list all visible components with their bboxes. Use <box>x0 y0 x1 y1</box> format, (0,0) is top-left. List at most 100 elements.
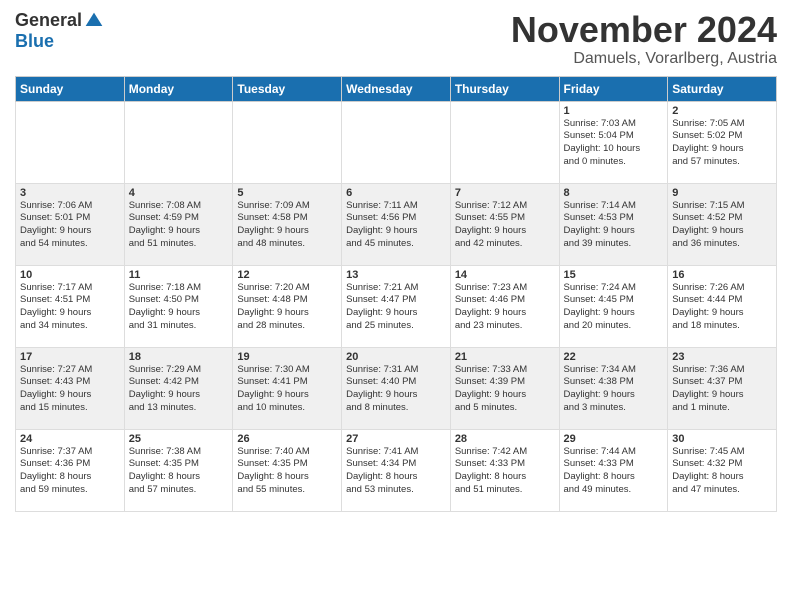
day-number: 4 <box>129 187 229 199</box>
day-number: 7 <box>455 187 555 199</box>
table-row <box>124 101 233 183</box>
day-info: Sunrise: 7:06 AMSunset: 5:01 PMDaylight:… <box>20 200 120 251</box>
page: General Blue November 2024 Damuels, Vora… <box>0 0 792 612</box>
day-info: Sunrise: 7:26 AMSunset: 4:44 PMDaylight:… <box>672 282 772 333</box>
day-info: Sunrise: 7:31 AMSunset: 4:40 PMDaylight:… <box>346 364 446 415</box>
table-row: 5Sunrise: 7:09 AMSunset: 4:58 PMDaylight… <box>233 183 342 265</box>
logo-blue-text: Blue <box>15 31 54 52</box>
day-info: Sunrise: 7:38 AMSunset: 4:35 PMDaylight:… <box>129 446 229 497</box>
day-number: 24 <box>20 433 120 445</box>
day-number: 21 <box>455 351 555 363</box>
table-row <box>342 101 451 183</box>
title-section: November 2024 Damuels, Vorarlberg, Austr… <box>511 10 777 68</box>
day-info: Sunrise: 7:15 AMSunset: 4:52 PMDaylight:… <box>672 200 772 251</box>
day-info: Sunrise: 7:24 AMSunset: 4:45 PMDaylight:… <box>564 282 664 333</box>
table-row: 21Sunrise: 7:33 AMSunset: 4:39 PMDayligh… <box>450 347 559 429</box>
day-info: Sunrise: 7:30 AMSunset: 4:41 PMDaylight:… <box>237 364 337 415</box>
location-subtitle: Damuels, Vorarlberg, Austria <box>511 50 777 68</box>
header-monday: Monday <box>124 76 233 101</box>
day-number: 8 <box>564 187 664 199</box>
day-info: Sunrise: 7:05 AMSunset: 5:02 PMDaylight:… <box>672 118 772 169</box>
table-row: 16Sunrise: 7:26 AMSunset: 4:44 PMDayligh… <box>668 265 777 347</box>
day-number: 27 <box>346 433 446 445</box>
day-number: 1 <box>564 105 664 117</box>
day-number: 26 <box>237 433 337 445</box>
day-info: Sunrise: 7:09 AMSunset: 4:58 PMDaylight:… <box>237 200 337 251</box>
table-row: 4Sunrise: 7:08 AMSunset: 4:59 PMDaylight… <box>124 183 233 265</box>
table-row <box>233 101 342 183</box>
calendar-row: 24Sunrise: 7:37 AMSunset: 4:36 PMDayligh… <box>16 429 777 511</box>
day-info: Sunrise: 7:40 AMSunset: 4:35 PMDaylight:… <box>237 446 337 497</box>
day-number: 2 <box>672 105 772 117</box>
day-number: 17 <box>20 351 120 363</box>
day-info: Sunrise: 7:44 AMSunset: 4:33 PMDaylight:… <box>564 446 664 497</box>
table-row: 11Sunrise: 7:18 AMSunset: 4:50 PMDayligh… <box>124 265 233 347</box>
table-row <box>450 101 559 183</box>
day-info: Sunrise: 7:14 AMSunset: 4:53 PMDaylight:… <box>564 200 664 251</box>
header: General Blue November 2024 Damuels, Vora… <box>15 10 777 68</box>
day-info: Sunrise: 7:18 AMSunset: 4:50 PMDaylight:… <box>129 282 229 333</box>
calendar-row: 1Sunrise: 7:03 AMSunset: 5:04 PMDaylight… <box>16 101 777 183</box>
header-sunday: Sunday <box>16 76 125 101</box>
table-row: 30Sunrise: 7:45 AMSunset: 4:32 PMDayligh… <box>668 429 777 511</box>
table-row: 26Sunrise: 7:40 AMSunset: 4:35 PMDayligh… <box>233 429 342 511</box>
day-number: 13 <box>346 269 446 281</box>
day-number: 18 <box>129 351 229 363</box>
day-number: 25 <box>129 433 229 445</box>
day-info: Sunrise: 7:37 AMSunset: 4:36 PMDaylight:… <box>20 446 120 497</box>
day-info: Sunrise: 7:23 AMSunset: 4:46 PMDaylight:… <box>455 282 555 333</box>
table-row: 10Sunrise: 7:17 AMSunset: 4:51 PMDayligh… <box>16 265 125 347</box>
table-row: 2Sunrise: 7:05 AMSunset: 5:02 PMDaylight… <box>668 101 777 183</box>
day-number: 11 <box>129 269 229 281</box>
calendar-header-row: Sunday Monday Tuesday Wednesday Thursday… <box>16 76 777 101</box>
calendar-row: 17Sunrise: 7:27 AMSunset: 4:43 PMDayligh… <box>16 347 777 429</box>
day-number: 28 <box>455 433 555 445</box>
day-number: 3 <box>20 187 120 199</box>
header-saturday: Saturday <box>668 76 777 101</box>
table-row: 19Sunrise: 7:30 AMSunset: 4:41 PMDayligh… <box>233 347 342 429</box>
day-number: 15 <box>564 269 664 281</box>
table-row: 9Sunrise: 7:15 AMSunset: 4:52 PMDaylight… <box>668 183 777 265</box>
day-info: Sunrise: 7:42 AMSunset: 4:33 PMDaylight:… <box>455 446 555 497</box>
day-info: Sunrise: 7:20 AMSunset: 4:48 PMDaylight:… <box>237 282 337 333</box>
day-number: 10 <box>20 269 120 281</box>
day-info: Sunrise: 7:08 AMSunset: 4:59 PMDaylight:… <box>129 200 229 251</box>
logo-general-text: General <box>15 10 82 31</box>
table-row: 13Sunrise: 7:21 AMSunset: 4:47 PMDayligh… <box>342 265 451 347</box>
table-row: 3Sunrise: 7:06 AMSunset: 5:01 PMDaylight… <box>16 183 125 265</box>
table-row: 22Sunrise: 7:34 AMSunset: 4:38 PMDayligh… <box>559 347 668 429</box>
day-info: Sunrise: 7:36 AMSunset: 4:37 PMDaylight:… <box>672 364 772 415</box>
logo: General Blue <box>15 10 104 52</box>
day-info: Sunrise: 7:29 AMSunset: 4:42 PMDaylight:… <box>129 364 229 415</box>
day-number: 19 <box>237 351 337 363</box>
day-info: Sunrise: 7:11 AMSunset: 4:56 PMDaylight:… <box>346 200 446 251</box>
day-info: Sunrise: 7:45 AMSunset: 4:32 PMDaylight:… <box>672 446 772 497</box>
day-number: 29 <box>564 433 664 445</box>
day-number: 16 <box>672 269 772 281</box>
day-number: 6 <box>346 187 446 199</box>
day-info: Sunrise: 7:17 AMSunset: 4:51 PMDaylight:… <box>20 282 120 333</box>
day-info: Sunrise: 7:21 AMSunset: 4:47 PMDaylight:… <box>346 282 446 333</box>
day-number: 22 <box>564 351 664 363</box>
month-title: November 2024 <box>511 10 777 50</box>
calendar: Sunday Monday Tuesday Wednesday Thursday… <box>15 76 777 512</box>
table-row: 27Sunrise: 7:41 AMSunset: 4:34 PMDayligh… <box>342 429 451 511</box>
table-row: 7Sunrise: 7:12 AMSunset: 4:55 PMDaylight… <box>450 183 559 265</box>
day-number: 12 <box>237 269 337 281</box>
day-info: Sunrise: 7:03 AMSunset: 5:04 PMDaylight:… <box>564 118 664 169</box>
day-number: 5 <box>237 187 337 199</box>
calendar-row: 3Sunrise: 7:06 AMSunset: 5:01 PMDaylight… <box>16 183 777 265</box>
table-row: 8Sunrise: 7:14 AMSunset: 4:53 PMDaylight… <box>559 183 668 265</box>
table-row: 17Sunrise: 7:27 AMSunset: 4:43 PMDayligh… <box>16 347 125 429</box>
day-number: 23 <box>672 351 772 363</box>
day-number: 9 <box>672 187 772 199</box>
table-row: 15Sunrise: 7:24 AMSunset: 4:45 PMDayligh… <box>559 265 668 347</box>
table-row: 1Sunrise: 7:03 AMSunset: 5:04 PMDaylight… <box>559 101 668 183</box>
day-info: Sunrise: 7:12 AMSunset: 4:55 PMDaylight:… <box>455 200 555 251</box>
header-tuesday: Tuesday <box>233 76 342 101</box>
header-friday: Friday <box>559 76 668 101</box>
table-row: 20Sunrise: 7:31 AMSunset: 4:40 PMDayligh… <box>342 347 451 429</box>
table-row: 12Sunrise: 7:20 AMSunset: 4:48 PMDayligh… <box>233 265 342 347</box>
day-info: Sunrise: 7:27 AMSunset: 4:43 PMDaylight:… <box>20 364 120 415</box>
calendar-row: 10Sunrise: 7:17 AMSunset: 4:51 PMDayligh… <box>16 265 777 347</box>
